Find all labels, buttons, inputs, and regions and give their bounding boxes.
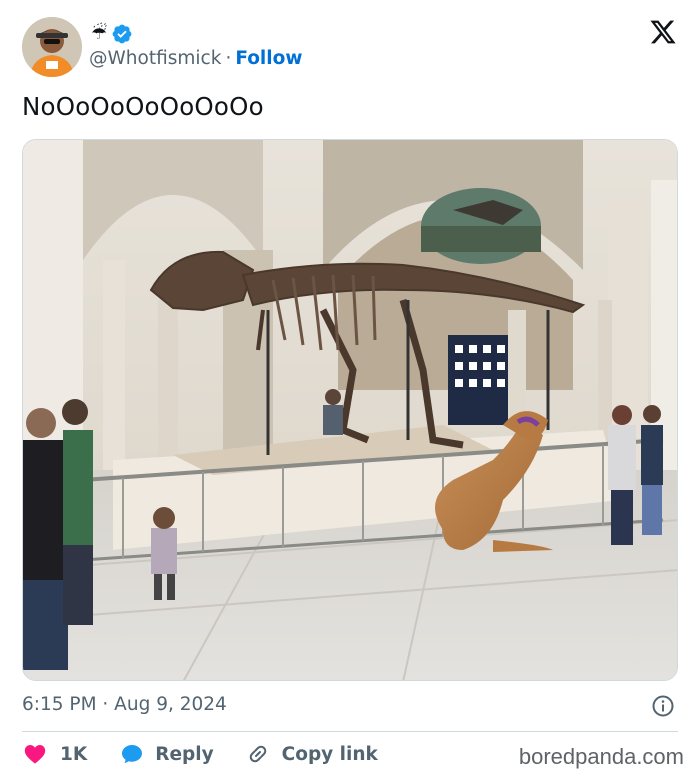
tweet-photo[interactable] <box>22 139 678 681</box>
copy-link-label: Copy link <box>281 743 378 765</box>
x-logo-icon[interactable] <box>648 18 678 46</box>
verified-badge-icon <box>112 24 132 44</box>
boredpanda-watermark: boredpanda.com <box>518 744 684 769</box>
heart-icon <box>24 745 46 764</box>
author-handle-row: @Whotfismick · Follow <box>89 48 302 69</box>
copy-link-button[interactable]: Copy link <box>246 742 378 766</box>
separator-dot: · <box>225 48 232 69</box>
link-icon <box>249 745 266 763</box>
avatar[interactable] <box>22 17 82 77</box>
tweet-text: NoOoOoOoOoOoOo <box>22 92 264 121</box>
divider <box>22 731 678 732</box>
info-icon[interactable] <box>651 694 675 718</box>
author-handle[interactable]: @Whotfismick <box>89 48 221 69</box>
like-button[interactable]: 1K <box>22 742 87 766</box>
follow-button[interactable]: Follow <box>235 48 302 69</box>
avatar-image <box>22 17 82 77</box>
author-name-row[interactable]: ☔ <box>91 22 133 46</box>
reply-bubble-icon <box>122 745 143 764</box>
like-count: 1K <box>60 743 88 765</box>
reply-button[interactable]: Reply <box>119 742 214 766</box>
umbrella-emoji: ☔ <box>91 23 108 44</box>
tweet-timestamp[interactable]: 6:15 PM · Aug 9, 2024 <box>22 694 227 715</box>
museum-trex-photo <box>23 140 677 680</box>
action-bar: 1K Reply Copy link <box>22 742 378 766</box>
reply-label: Reply <box>155 743 214 765</box>
